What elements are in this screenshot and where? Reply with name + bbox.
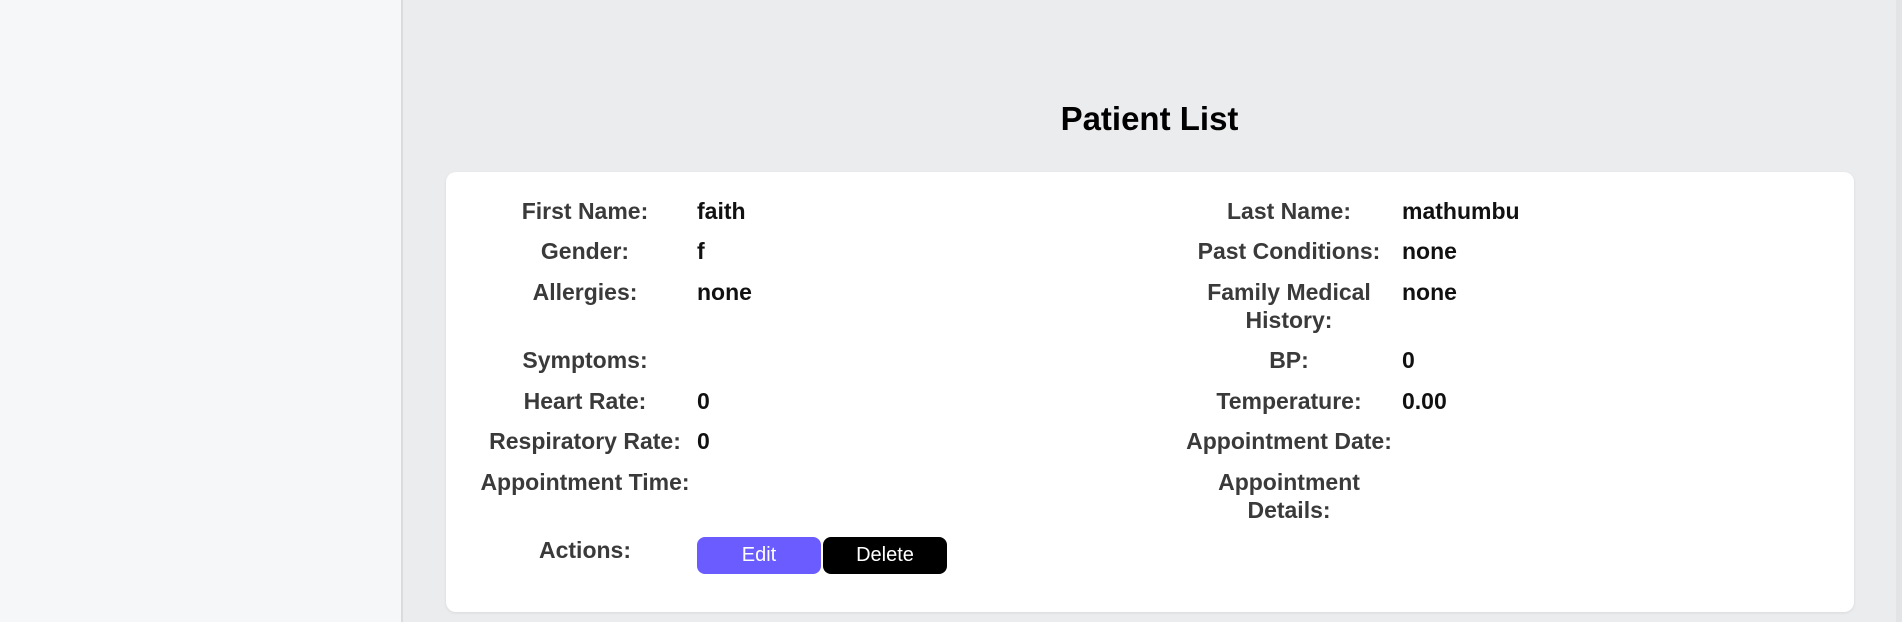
allergies-label: Allergies: bbox=[532, 279, 638, 305]
allergies-value: none bbox=[697, 279, 752, 305]
heart-rate-label: Heart Rate: bbox=[523, 388, 647, 414]
appointment-time-label: Appointment Time: bbox=[480, 469, 690, 495]
scrollbar-track[interactable] bbox=[1896, 0, 1902, 622]
page-title: Patient List bbox=[1060, 100, 1239, 137]
edit-button[interactable]: Edit bbox=[697, 537, 821, 574]
appointment-details-label-line1: Appointment bbox=[1218, 469, 1360, 495]
actions-label: Actions: bbox=[539, 537, 631, 563]
family-history-label-line2: History: bbox=[1245, 307, 1333, 333]
family-history-value: none bbox=[1402, 279, 1457, 305]
past-conditions-value: none bbox=[1402, 238, 1457, 264]
main-content: Patient List First Name: faith Gender: f… bbox=[403, 0, 1902, 622]
appointment-details-label-line2: Details: bbox=[1247, 497, 1331, 523]
family-history-label: Family Medical History: bbox=[1174, 278, 1404, 334]
last-name-label: Last Name: bbox=[1227, 198, 1351, 224]
bp-value: 0 bbox=[1402, 347, 1415, 373]
past-conditions-label: Past Conditions: bbox=[1197, 238, 1381, 264]
sidebar bbox=[0, 0, 403, 622]
appointment-date-label: Appointment Date: bbox=[1186, 428, 1392, 454]
temperature-label: Temperature: bbox=[1216, 388, 1362, 414]
gender-label: Gender: bbox=[540, 238, 630, 264]
appointment-details-label: Appointment Details: bbox=[1174, 468, 1404, 524]
bp-label: BP: bbox=[1269, 347, 1309, 373]
family-history-label-line1: Family Medical bbox=[1207, 279, 1371, 305]
last-name-value: mathumbu bbox=[1402, 198, 1520, 224]
symptoms-label: Symptoms: bbox=[522, 347, 648, 373]
gender-value: f bbox=[697, 238, 705, 264]
delete-button[interactable]: Delete bbox=[823, 537, 947, 574]
heart-rate-value: 0 bbox=[697, 388, 710, 414]
respiratory-rate-label: Respiratory Rate: bbox=[489, 428, 681, 454]
temperature-value: 0.00 bbox=[1402, 388, 1447, 414]
respiratory-rate-value: 0 bbox=[697, 428, 710, 454]
patient-card: First Name: faith Gender: f Allergies: n… bbox=[446, 172, 1854, 612]
first-name-value: faith bbox=[697, 198, 746, 224]
first-name-label: First Name: bbox=[521, 198, 649, 224]
